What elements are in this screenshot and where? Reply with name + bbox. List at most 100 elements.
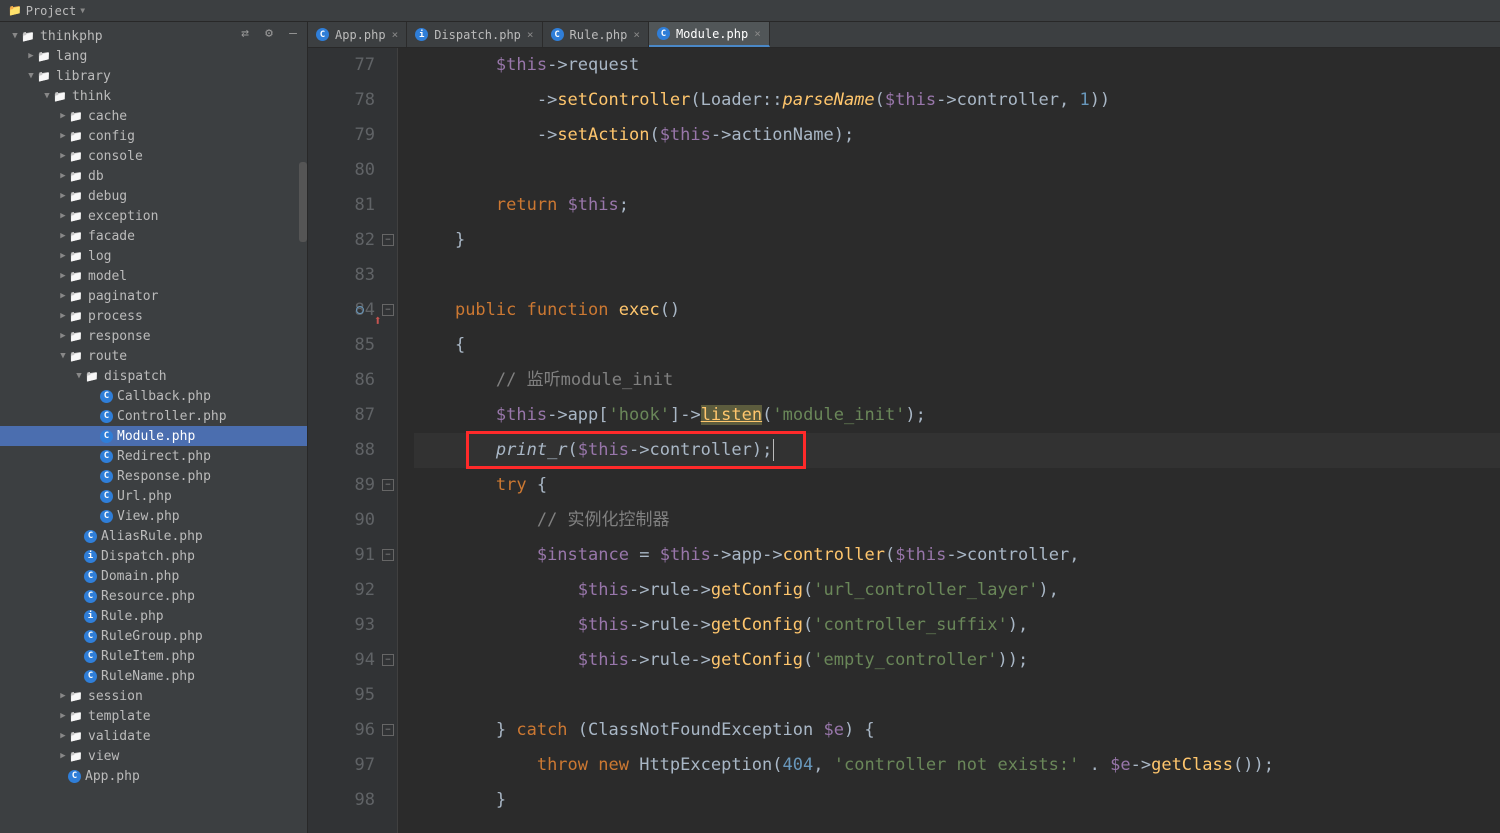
tree-item-session[interactable]: session	[0, 686, 307, 706]
scroll-from-source-icon[interactable]: ⇄	[237, 25, 253, 41]
code-line[interactable]: $this->rule->getConfig('empty_controller…	[414, 643, 1500, 678]
line-number[interactable]: 96	[308, 713, 375, 748]
gutter[interactable]: 7778798081828384858687888990919293949596…	[308, 48, 398, 833]
tab-app-php[interactable]: App.php×	[308, 22, 407, 47]
code-line[interactable]	[414, 258, 1500, 293]
tree-item-view[interactable]: view	[0, 746, 307, 766]
tree-item-think[interactable]: think	[0, 86, 307, 106]
hide-icon[interactable]: —	[285, 25, 301, 41]
code-line[interactable]: $this->rule->getConfig('url_controller_l…	[414, 573, 1500, 608]
tree-arrow-icon[interactable]	[58, 171, 68, 181]
tree-arrow-icon[interactable]	[58, 711, 68, 721]
line-number[interactable]: 83	[308, 258, 375, 293]
line-number[interactable]: 98	[308, 783, 375, 818]
fold-icon[interactable]: −	[382, 724, 394, 736]
tree-item-view-php[interactable]: View.php	[0, 506, 307, 526]
line-number[interactable]: 78	[308, 83, 375, 118]
tree-item-aliasrule-php[interactable]: AliasRule.php	[0, 526, 307, 546]
project-tree-sidebar[interactable]: ⇄ ⚙ — thinkphplanglibrarythinkcacheconfi…	[0, 22, 308, 833]
settings-icon[interactable]: ⚙	[261, 25, 277, 41]
tree-item-controller-php[interactable]: Controller.php	[0, 406, 307, 426]
line-number[interactable]: 80	[308, 153, 375, 188]
tree-item-callback-php[interactable]: Callback.php	[0, 386, 307, 406]
tree-item-rule-php[interactable]: Rule.php	[0, 606, 307, 626]
tree-arrow-icon[interactable]	[58, 151, 68, 161]
code-line[interactable]: }	[414, 223, 1500, 258]
tree-item-url-php[interactable]: Url.php	[0, 486, 307, 506]
tree-item-log[interactable]: log	[0, 246, 307, 266]
code-line[interactable]: $instance = $this->app->controller($this…	[414, 538, 1500, 573]
fold-icon[interactable]: −	[382, 234, 394, 246]
line-number[interactable]: 79	[308, 118, 375, 153]
tree-arrow-icon[interactable]	[58, 311, 68, 321]
code-line[interactable]: ->setController(Loader::parseName($this-…	[414, 83, 1500, 118]
code-line[interactable]: ->setAction($this->actionName);	[414, 118, 1500, 153]
line-number[interactable]: 90	[308, 503, 375, 538]
tree-arrow-icon[interactable]	[58, 691, 68, 701]
line-number[interactable]: 85	[308, 328, 375, 363]
tab-rule-php[interactable]: Rule.php×	[543, 22, 649, 47]
tree-arrow-icon[interactable]	[58, 271, 68, 281]
line-number[interactable]: 89	[308, 468, 375, 503]
tree-item-dispatch[interactable]: dispatch	[0, 366, 307, 386]
tree-item-facade[interactable]: facade	[0, 226, 307, 246]
tree-arrow-icon[interactable]	[58, 211, 68, 221]
tab-module-php[interactable]: Module.php×	[649, 22, 770, 47]
tree-arrow-icon[interactable]	[58, 251, 68, 261]
tree-arrow-icon[interactable]	[26, 71, 36, 81]
code-line[interactable]: $this->request	[414, 48, 1500, 83]
code-line[interactable]: print_r($this->controller);	[414, 433, 1500, 468]
code-line[interactable]: $this->rule->getConfig('controller_suffi…	[414, 608, 1500, 643]
tree-item-resource-php[interactable]: Resource.php	[0, 586, 307, 606]
tree-item-domain-php[interactable]: Domain.php	[0, 566, 307, 586]
tree-item-redirect-php[interactable]: Redirect.php	[0, 446, 307, 466]
close-icon[interactable]: ×	[633, 28, 640, 41]
line-number[interactable]: 94	[308, 643, 375, 678]
tree-arrow-icon[interactable]	[58, 751, 68, 761]
line-number[interactable]: 81	[308, 188, 375, 223]
tree-item-response[interactable]: response	[0, 326, 307, 346]
tree-arrow-icon[interactable]	[26, 51, 36, 61]
tree-item-rulegroup-php[interactable]: RuleGroup.php	[0, 626, 307, 646]
tree-item-module-php[interactable]: Module.php	[0, 426, 307, 446]
tree-item-console[interactable]: console	[0, 146, 307, 166]
tree-item-process[interactable]: process	[0, 306, 307, 326]
code-editor[interactable]: 7778798081828384858687888990919293949596…	[308, 48, 1500, 833]
tree-item-route[interactable]: route	[0, 346, 307, 366]
code-line[interactable]	[414, 153, 1500, 188]
tree-arrow-icon[interactable]	[58, 111, 68, 121]
line-number[interactable]: 88	[308, 433, 375, 468]
code-line[interactable]: }	[414, 783, 1500, 818]
code-line[interactable]: {	[414, 328, 1500, 363]
tree-item-db[interactable]: db	[0, 166, 307, 186]
override-marker-icon[interactable]	[356, 306, 364, 314]
code-line[interactable]: } catch (ClassNotFoundException $e) {	[414, 713, 1500, 748]
tree-arrow-icon[interactable]	[10, 31, 20, 41]
line-number[interactable]: 97	[308, 748, 375, 783]
tab-dispatch-php[interactable]: Dispatch.php×	[407, 22, 542, 47]
line-number[interactable]: 92	[308, 573, 375, 608]
fold-icon[interactable]: −	[382, 304, 394, 316]
tree-item-response-php[interactable]: Response.php	[0, 466, 307, 486]
line-number[interactable]: 84	[308, 293, 375, 328]
tree-arrow-icon[interactable]	[58, 731, 68, 741]
code-line[interactable]: throw new HttpException(404, 'controller…	[414, 748, 1500, 783]
tree-item-ruleitem-php[interactable]: RuleItem.php	[0, 646, 307, 666]
code-line[interactable]	[414, 678, 1500, 713]
line-number[interactable]: 93	[308, 608, 375, 643]
code-content[interactable]: $this->request ->setController(Loader::p…	[398, 48, 1500, 833]
tree-item-dispatch-php[interactable]: Dispatch.php	[0, 546, 307, 566]
tree-item-rulename-php[interactable]: RuleName.php	[0, 666, 307, 686]
tree-item-model[interactable]: model	[0, 266, 307, 286]
tree-item-app-php[interactable]: App.php	[0, 766, 307, 786]
close-icon[interactable]: ×	[392, 28, 399, 41]
tree-item-validate[interactable]: validate	[0, 726, 307, 746]
tree-arrow-icon[interactable]	[42, 91, 52, 101]
line-number[interactable]: 87	[308, 398, 375, 433]
tree-item-template[interactable]: template	[0, 706, 307, 726]
tree-arrow-icon[interactable]	[74, 371, 84, 381]
line-number[interactable]: 86	[308, 363, 375, 398]
fold-icon[interactable]: −	[382, 654, 394, 666]
tree-arrow-icon[interactable]	[58, 231, 68, 241]
close-icon[interactable]: ×	[754, 27, 761, 40]
